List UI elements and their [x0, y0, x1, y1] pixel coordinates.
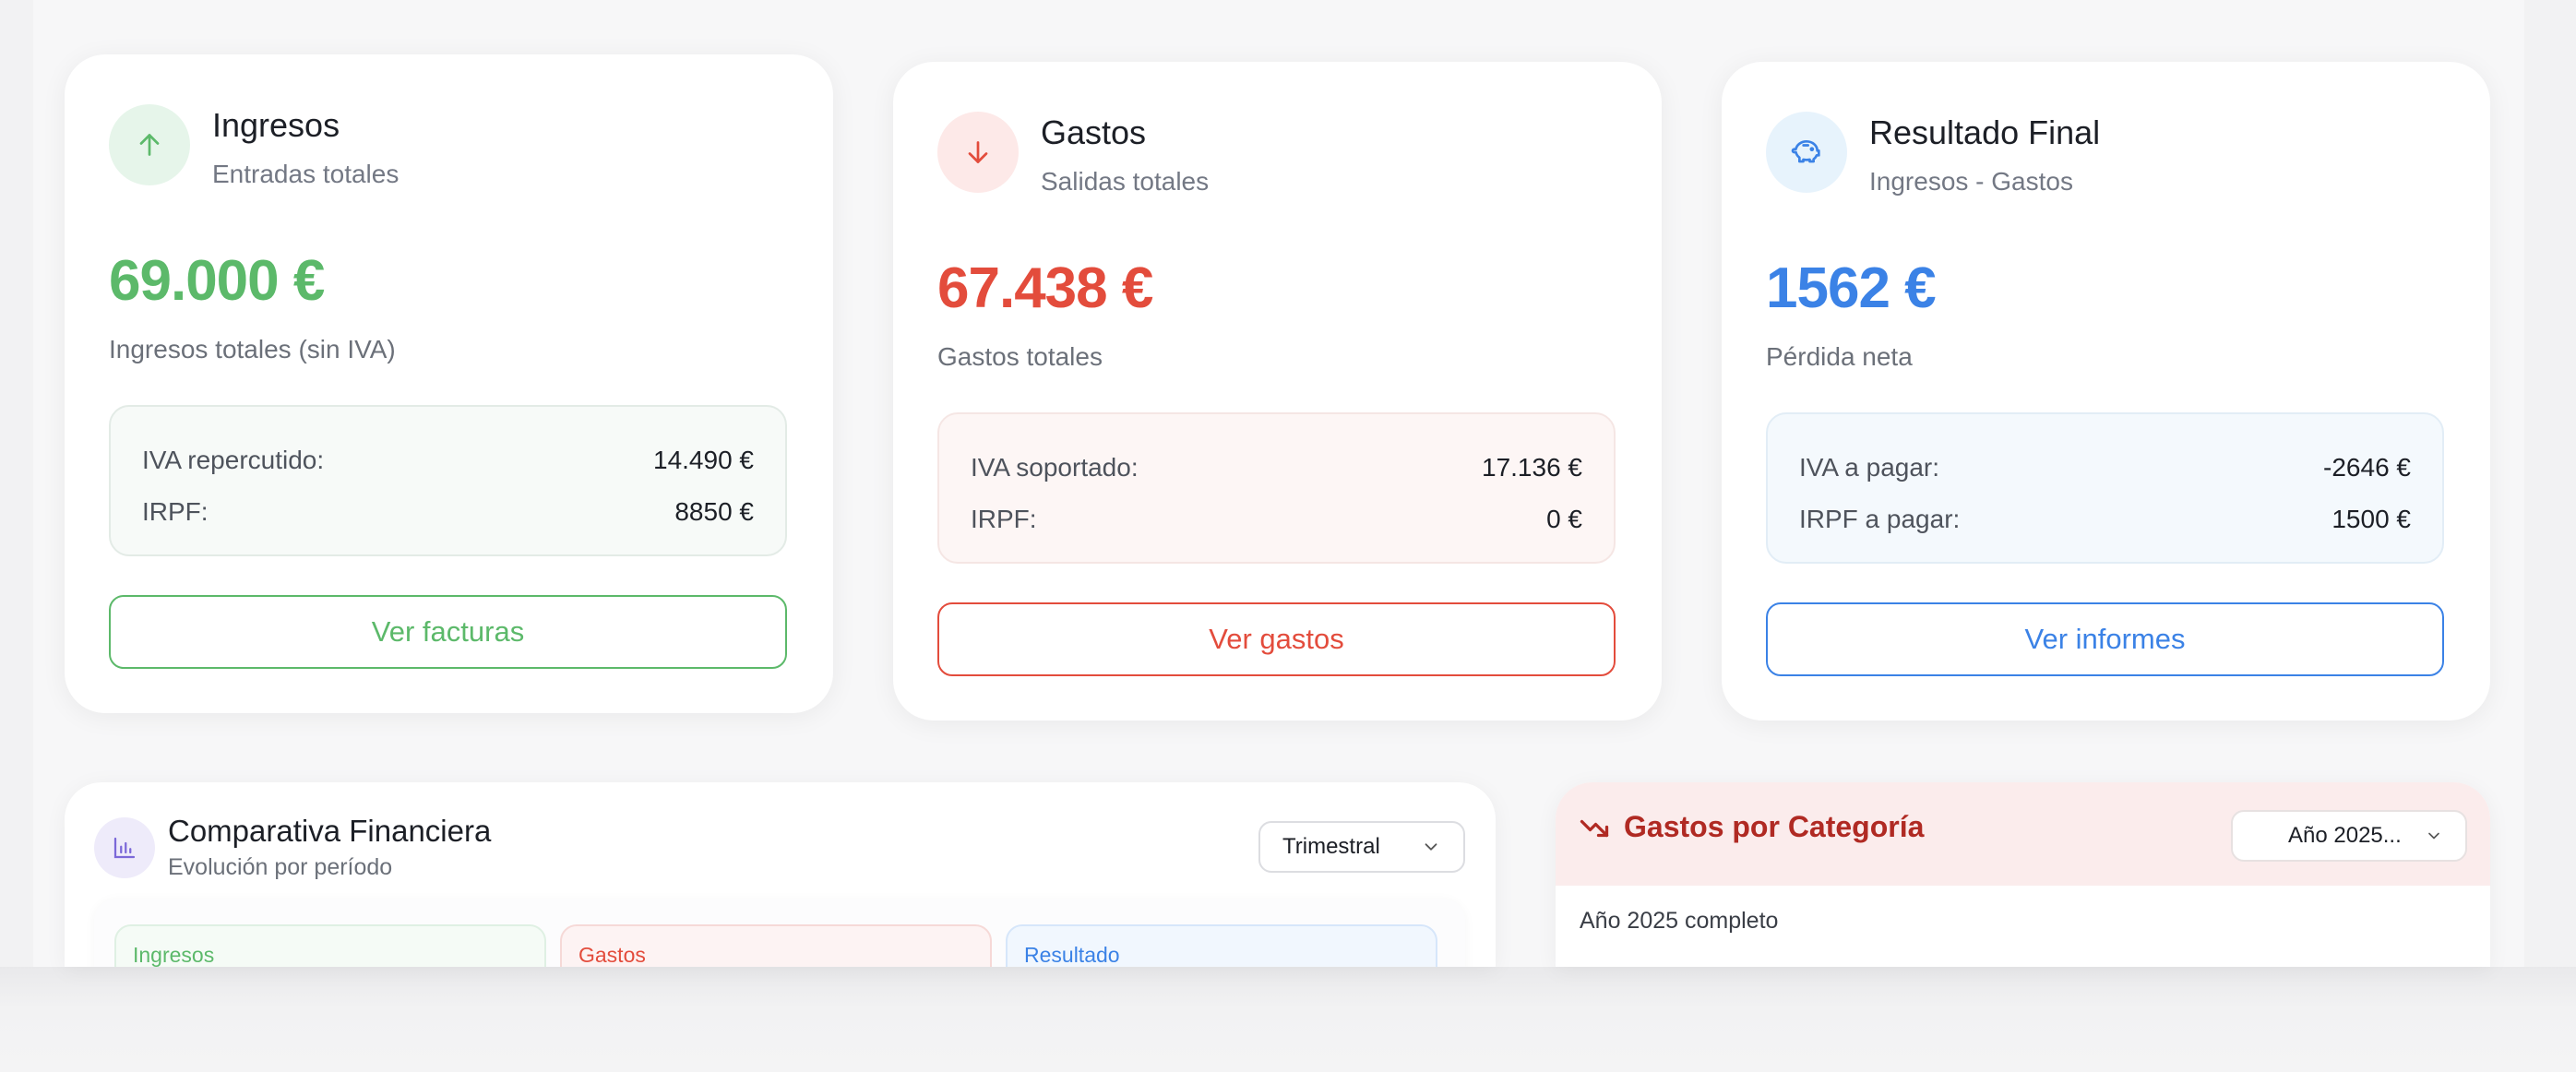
result-title: Resultado Final: [1869, 113, 2101, 151]
bar-chart-icon: [94, 817, 155, 878]
piggy-bank-icon: [1766, 112, 1847, 193]
year-select-value: Año 2025...: [2288, 823, 2402, 848]
arrow-down-icon: [937, 112, 1019, 193]
tax-label: IRPF a pagar:: [1799, 505, 1961, 533]
expenses-card: Gastos Salidas totales 67.438 € Gastos t…: [893, 62, 1662, 721]
result-tax-box: IVA a pagar: -2646 € IRPF a pagar: 1500 …: [1766, 412, 2444, 564]
comparison-subtitle: Evolución por período: [168, 854, 393, 880]
tax-row: IVA soportado: 17.136 €: [971, 442, 1582, 494]
tax-row: IRPF a pagar: 1500 €: [1799, 494, 2411, 545]
mini-card-result: Resultado: [1006, 924, 1437, 967]
expenses-amount: 67.438 €: [937, 256, 1153, 320]
chevron-down-icon: [2428, 832, 2439, 840]
tax-value: 0 €: [1546, 505, 1582, 533]
income-card: Ingresos Entradas totales 69.000 € Ingre…: [65, 54, 833, 713]
expenses-amount-label: Gastos totales: [937, 342, 1103, 371]
tax-value: 8850 €: [674, 497, 754, 526]
expenses-subtitle: Salidas totales: [1041, 167, 1210, 196]
category-title: Gastos por Categoría: [1624, 810, 1925, 843]
tax-value: 17.136 €: [1482, 453, 1582, 482]
arrow-up-icon: [109, 104, 190, 185]
expenses-by-category-panel: Gastos por Categoría Año 2025... Año 202…: [1556, 782, 2490, 967]
tax-row: IRPF: 8850 €: [142, 486, 754, 538]
mini-card-income: Ingresos: [114, 924, 546, 967]
view-invoices-button[interactable]: Ver facturas: [109, 595, 787, 669]
financial-comparison-panel: Comparativa Financiera Evolución por per…: [65, 782, 1496, 967]
tax-value: -2646 €: [2323, 453, 2411, 482]
tax-value: 14.490 €: [653, 446, 754, 474]
tax-row: IRPF: 0 €: [971, 494, 1582, 545]
income-subtitle: Entradas totales: [212, 160, 400, 188]
result-amount: 1562 €: [1766, 256, 1937, 320]
view-reports-button[interactable]: Ver informes: [1766, 602, 2444, 676]
tax-label: IVA a pagar:: [1799, 453, 1940, 482]
summary-strip: Ingresos Gastos Resultado: [94, 899, 1465, 967]
tax-row: IVA a pagar: -2646 €: [1799, 442, 2411, 494]
chevron-down-icon: [1425, 843, 1437, 851]
income-amount: 69.000 €: [109, 249, 325, 313]
income-tax-box: IVA repercutido: 14.490 € IRPF: 8850 €: [109, 405, 787, 556]
result-subtitle: Ingresos - Gastos: [1869, 167, 2073, 196]
bottom-shadow: [0, 967, 2576, 1072]
mini-card-expenses: Gastos: [560, 924, 992, 967]
expenses-tax-box: IVA soportado: 17.136 € IRPF: 0 €: [937, 412, 1616, 564]
tax-label: IVA soportado:: [971, 453, 1139, 482]
trending-down-icon: [1580, 819, 1609, 838]
result-card: Resultado Final Ingresos - Gastos 1562 €…: [1722, 62, 2490, 721]
tax-row: IVA repercutido: 14.490 €: [142, 435, 754, 486]
comparison-title: Comparativa Financiera: [168, 814, 492, 848]
tax-value: 1500 €: [2332, 505, 2411, 533]
view-expenses-button[interactable]: Ver gastos: [937, 602, 1616, 676]
period-select[interactable]: Trimestral: [1258, 821, 1465, 873]
expenses-title: Gastos: [1041, 113, 1147, 151]
tax-label: IRPF:: [971, 505, 1037, 533]
year-select[interactable]: Año 2025...: [2231, 810, 2467, 862]
income-amount-label: Ingresos totales (sin IVA): [109, 335, 396, 363]
tax-label: IRPF:: [142, 497, 209, 526]
income-title: Ingresos: [212, 106, 340, 144]
category-period-label: Año 2025 completo: [1580, 908, 1779, 934]
period-select-value: Trimestral: [1282, 834, 1380, 859]
tax-label: IVA repercutido:: [142, 446, 325, 474]
result-amount-label: Pérdida neta: [1766, 342, 1913, 371]
